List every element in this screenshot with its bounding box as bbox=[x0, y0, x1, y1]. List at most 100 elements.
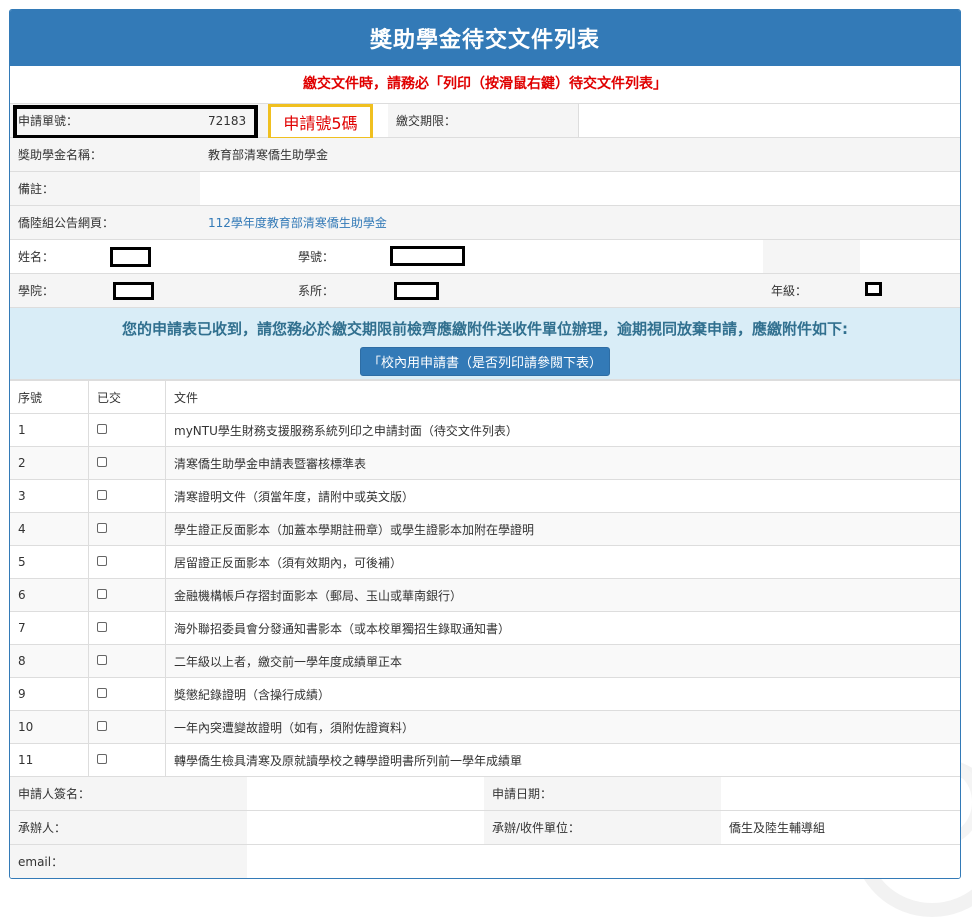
student-row-1: 姓名： 學號： bbox=[10, 240, 960, 274]
table-row: 5 居留證正反面影本（須有效期內，可後補） bbox=[10, 545, 960, 579]
row-number: 8 bbox=[10, 644, 89, 678]
document-name: 二年級以上者，繳交前一學年度成績單正本 bbox=[165, 644, 960, 678]
redaction-mark bbox=[390, 246, 465, 266]
date-label: 申請日期： bbox=[484, 777, 721, 810]
document-name: 一年內突遭變故證明（如有，須附佐證資料） bbox=[165, 710, 960, 744]
document-name: myNTU學生財務支援服務系統列印之申請封面（待交文件列表） bbox=[165, 413, 960, 447]
college-label: 學院： bbox=[10, 274, 100, 307]
unit-label: 承辦/收件單位： bbox=[484, 811, 721, 844]
submitted-checkbox[interactable] bbox=[97, 688, 107, 698]
row-number: 9 bbox=[10, 677, 89, 711]
remark-label: 備註： bbox=[10, 172, 200, 205]
email-row: email： bbox=[10, 845, 960, 878]
signer-label: 申請人簽名： bbox=[10, 777, 247, 810]
document-name: 學生證正反面影本（加蓋本學期註冊章）或學生證影本加附在學證明 bbox=[165, 512, 960, 546]
submitted-checkbox[interactable] bbox=[97, 721, 107, 731]
student-row-2: 學院： 系所： 年級： bbox=[10, 274, 960, 308]
table-row: 1 myNTU學生財務支援服務系統列印之申請封面（待交文件列表） bbox=[10, 413, 960, 447]
submitted-cell bbox=[88, 578, 166, 612]
submitted-cell bbox=[88, 446, 166, 480]
submitted-cell bbox=[88, 479, 166, 513]
redaction-mark bbox=[394, 282, 439, 300]
document-name: 居留證正反面影本（須有效期內，可後補） bbox=[165, 545, 960, 579]
document-name: 獎懲紀錄證明（含操行成績） bbox=[165, 677, 960, 711]
remark-row: 備註： bbox=[10, 172, 960, 206]
scholarship-value: 教育部清寒僑生助學金 bbox=[200, 138, 960, 171]
document-name: 金融機構帳戶存摺封面影本（郵局、玉山或華南銀行） bbox=[165, 578, 960, 612]
submitted-cell bbox=[88, 677, 166, 711]
table-row: 11 轉學僑生檢具清寒及原就讀學校之轉學證明書所列前一學年成績單 bbox=[10, 743, 960, 776]
submitted-cell bbox=[88, 611, 166, 645]
scholarship-row: 獎助學金名稱： 教育部清寒僑生助學金 bbox=[10, 138, 960, 172]
application-number-row: 申請單號： 72183 繳交期限： 申請號5碼 bbox=[10, 104, 960, 140]
column-header-submitted: 已交 bbox=[88, 380, 166, 414]
deadline-label: 繳交期限： bbox=[388, 104, 578, 137]
documents-table: 序號 已交 文件 1 myNTU學生財務支援服務系統列印之申請封面（待交文件列表）… bbox=[10, 380, 960, 776]
column-header-number: 序號 bbox=[10, 380, 89, 414]
email-label: email： bbox=[10, 845, 247, 878]
row-number: 10 bbox=[10, 710, 89, 744]
document-name: 清寒僑生助學金申請表暨審核標準表 bbox=[165, 446, 960, 480]
name-label: 姓名： bbox=[10, 240, 100, 273]
table-row: 10 一年內突遭變故證明（如有，須附佐證資料） bbox=[10, 710, 960, 744]
submitted-checkbox[interactable] bbox=[97, 556, 107, 566]
redaction-mark bbox=[113, 282, 154, 300]
submitted-checkbox[interactable] bbox=[97, 655, 107, 665]
row-number: 7 bbox=[10, 611, 89, 645]
row-number: 11 bbox=[10, 743, 89, 776]
redaction-mark bbox=[865, 282, 882, 296]
table-row: 4 學生證正反面影本（加蓋本學期註冊章）或學生證影本加附在學證明 bbox=[10, 512, 960, 546]
table-row: 6 金融機構帳戶存摺封面影本（郵局、玉山或華南銀行） bbox=[10, 578, 960, 612]
submission-message: 您的申請表已收到，請您務必於繳交期限前檢齊應繳附件送收件單位辦理，逾期視同放棄申… bbox=[121, 320, 848, 338]
signature-row: 申請人簽名： 申請日期： bbox=[10, 776, 960, 811]
documents-panel: 獎助學金待交文件列表 繳交文件時，請務必「列印（按滑鼠右鍵）待交文件列表」 申請… bbox=[9, 9, 961, 879]
table-row: 8 二年級以上者，繳交前一學年度成績單正本 bbox=[10, 644, 960, 678]
submitted-checkbox[interactable] bbox=[97, 622, 107, 632]
submitted-cell bbox=[88, 413, 166, 447]
table-row: 9 獎懲紀錄證明（含操行成績） bbox=[10, 677, 960, 711]
highlight-box bbox=[13, 105, 258, 139]
page-title: 獎助學金待交文件列表 bbox=[10, 10, 960, 66]
submitted-checkbox[interactable] bbox=[97, 424, 107, 434]
submitted-checkbox[interactable] bbox=[97, 589, 107, 599]
signer-value bbox=[247, 777, 484, 810]
submitted-checkbox[interactable] bbox=[97, 457, 107, 467]
submitted-cell bbox=[88, 512, 166, 546]
deadline-value bbox=[578, 104, 768, 137]
submitted-cell bbox=[88, 710, 166, 744]
row-number: 1 bbox=[10, 413, 89, 447]
row-number: 4 bbox=[10, 512, 89, 546]
handler-value bbox=[247, 811, 484, 844]
handler-label: 承辦人： bbox=[10, 811, 247, 844]
document-name: 清寒證明文件（須當年度，請附中或英文版） bbox=[165, 479, 960, 513]
column-header-document: 文件 bbox=[165, 380, 960, 414]
table-row: 2 清寒僑生助學金申請表暨審核標準表 bbox=[10, 446, 960, 480]
handler-row: 承辦人： 承辦/收件單位： 僑生及陸生輔導組 bbox=[10, 811, 960, 845]
announcement-label: 僑陸組公告網頁： bbox=[10, 206, 200, 239]
row-number: 5 bbox=[10, 545, 89, 579]
row-number: 3 bbox=[10, 479, 89, 513]
submitted-checkbox[interactable] bbox=[97, 523, 107, 533]
submission-info: 您的申請表已收到，請您務必於繳交期限前檢齊應繳附件送收件單位辦理，逾期視同放棄申… bbox=[10, 308, 960, 380]
scholarship-label: 獎助學金名稱： bbox=[10, 138, 200, 171]
submitted-cell bbox=[88, 545, 166, 579]
announcement-link[interactable]: 112學年度教育部清寒僑生助學金 bbox=[208, 214, 387, 231]
student-id-label: 學號： bbox=[290, 240, 380, 273]
document-name: 轉學僑生檢具清寒及原就讀學校之轉學證明書所列前一學年成績單 bbox=[165, 743, 960, 776]
row-number: 6 bbox=[10, 578, 89, 612]
submitted-cell bbox=[88, 743, 166, 776]
annotation-label: 申請號5碼 bbox=[268, 104, 373, 140]
print-notice: 繳交文件時，請務必「列印（按滑鼠右鍵）待交文件列表」 bbox=[10, 66, 960, 104]
date-value bbox=[721, 777, 960, 810]
department-label: 系所： bbox=[290, 274, 380, 307]
table-row: 3 清寒證明文件（須當年度，請附中或英文版） bbox=[10, 479, 960, 513]
document-name: 海外聯招委員會分發通知書影本（或本校單獨招生錄取通知書） bbox=[165, 611, 960, 645]
announcement-row: 僑陸組公告網頁： 112學年度教育部清寒僑生助學金 bbox=[10, 206, 960, 240]
submitted-cell bbox=[88, 644, 166, 678]
campus-application-form-button[interactable]: 「校內用申請書（是否列印請參閱下表） bbox=[360, 347, 610, 376]
submitted-checkbox[interactable] bbox=[97, 754, 107, 764]
submitted-checkbox[interactable] bbox=[97, 490, 107, 500]
grade-label: 年級： bbox=[763, 274, 860, 307]
redaction-mark bbox=[110, 247, 151, 267]
email-value bbox=[247, 845, 960, 878]
